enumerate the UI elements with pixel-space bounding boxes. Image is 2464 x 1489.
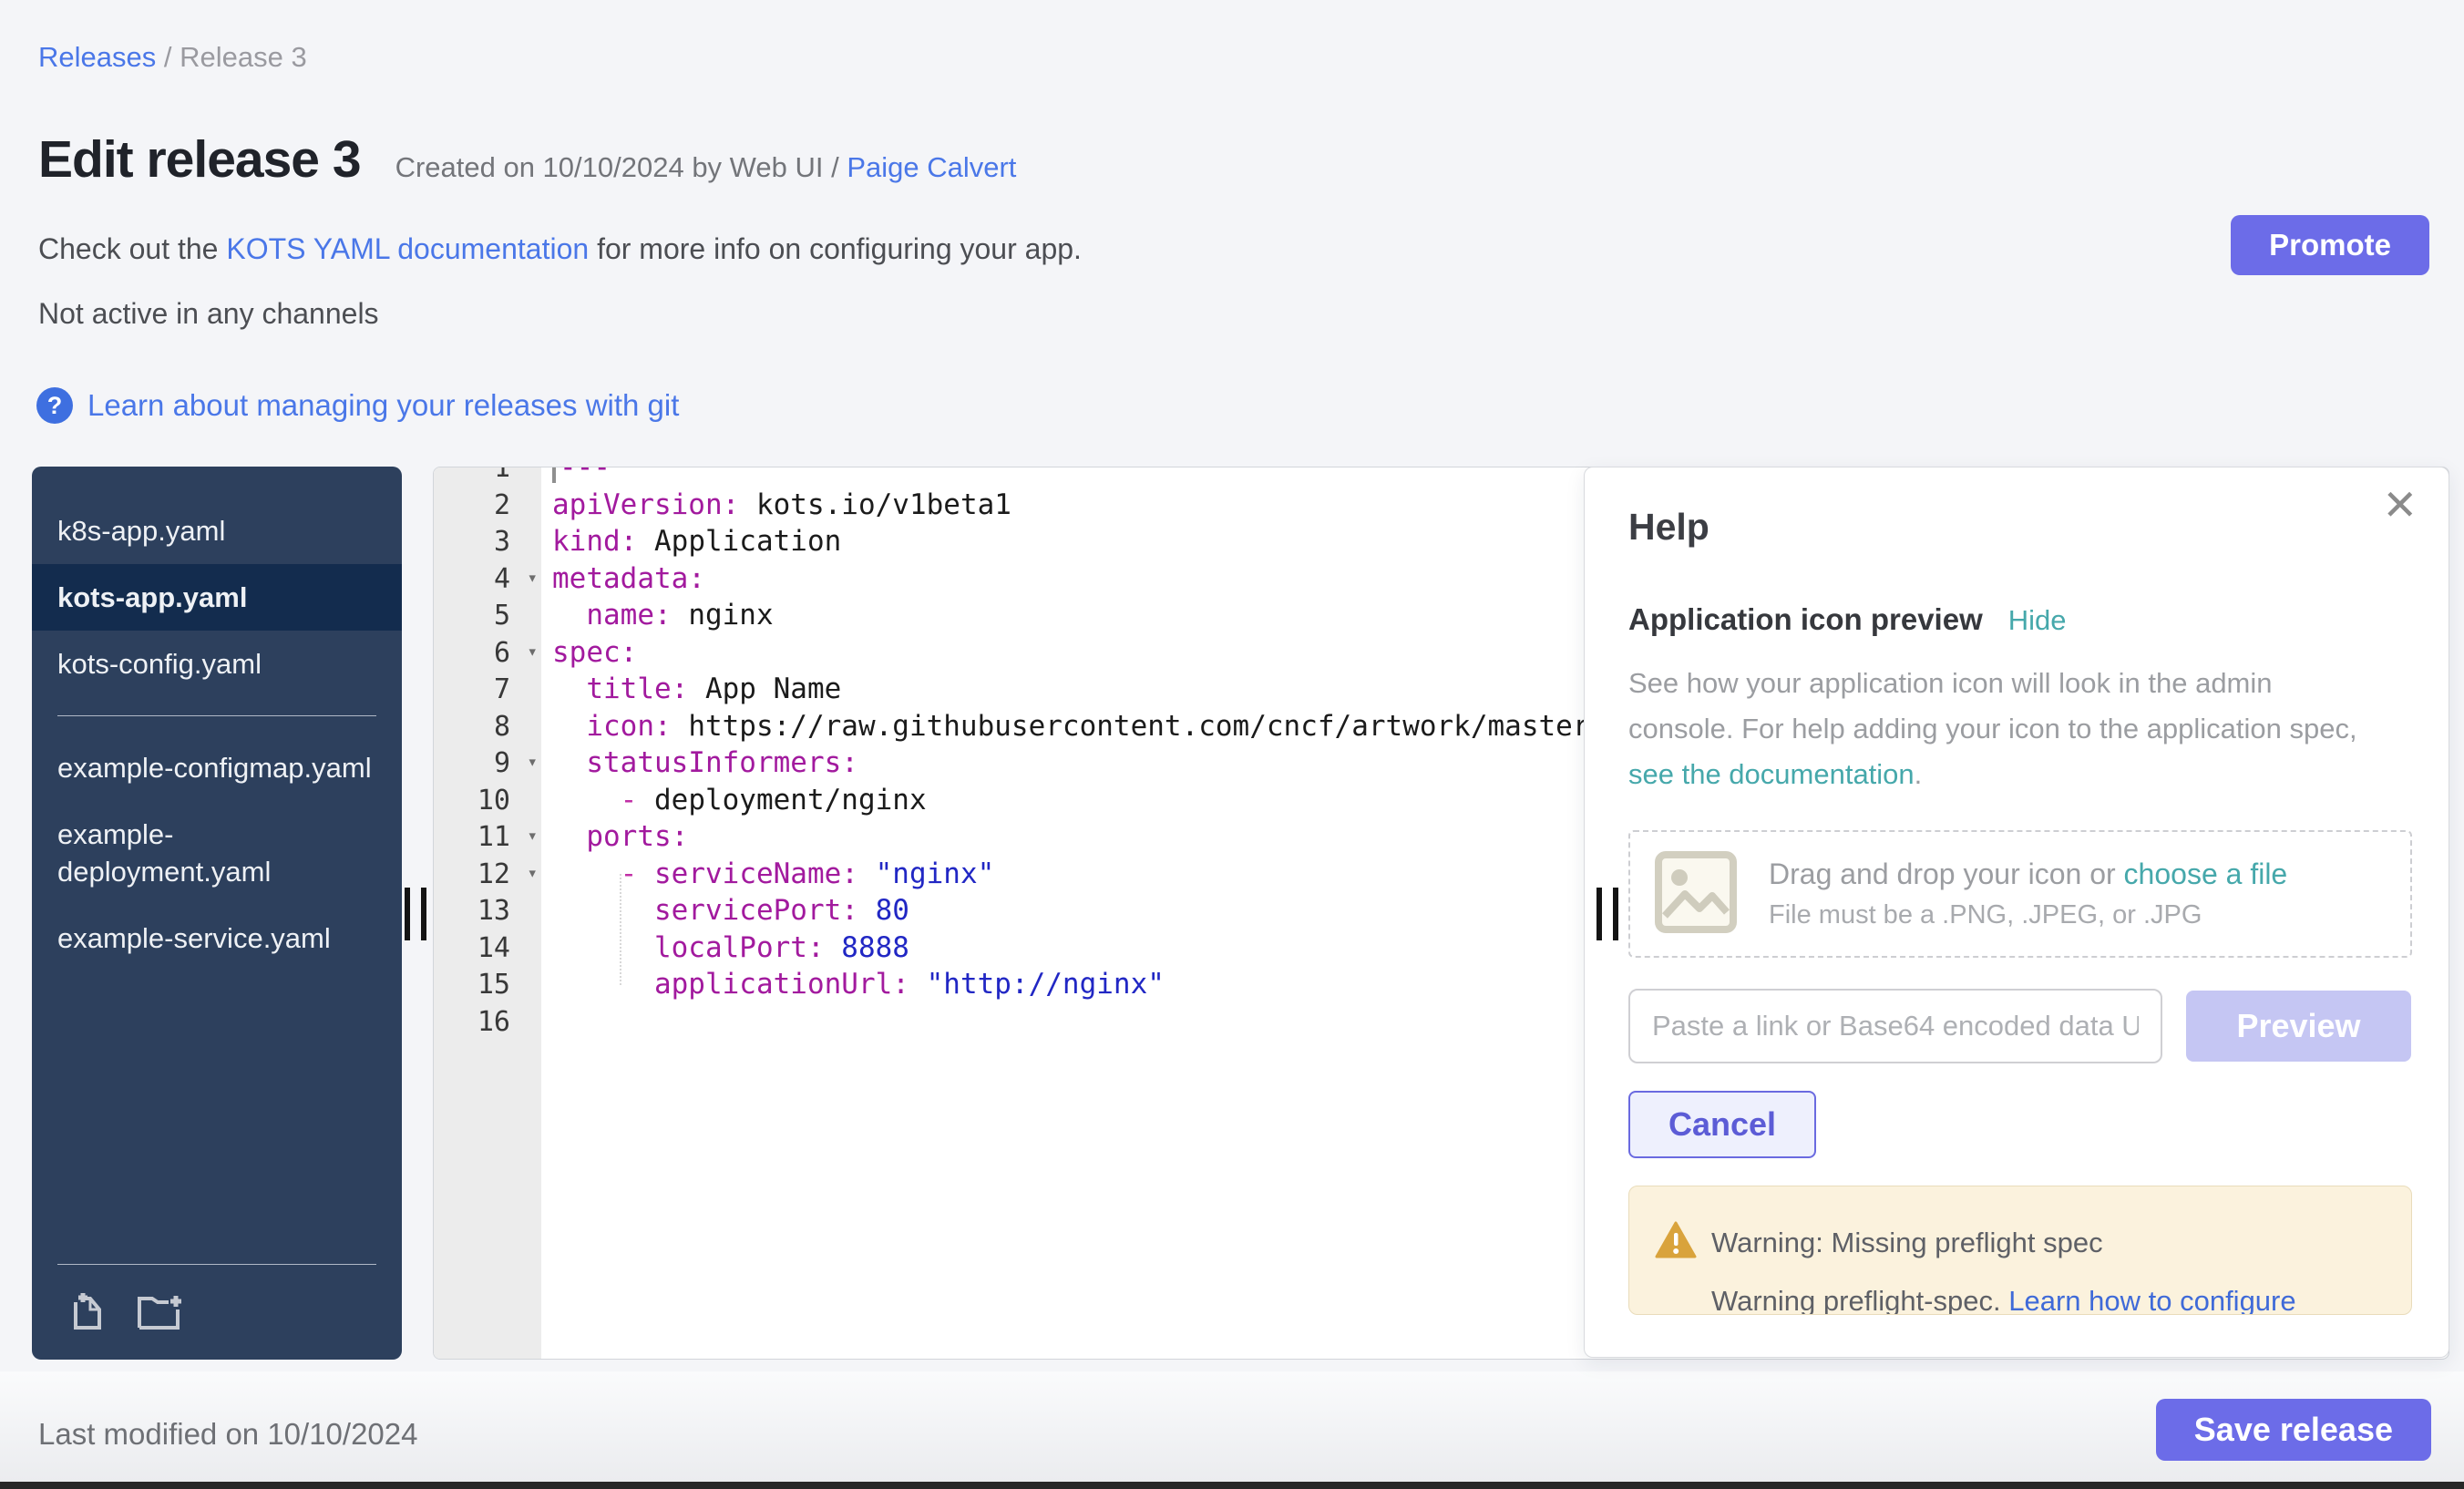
created-meta: Created on 10/10/2024 by Web UI / Paige … bbox=[395, 151, 1017, 184]
image-placeholder-icon bbox=[1654, 850, 1738, 939]
page-title: Edit release 3 bbox=[38, 129, 361, 190]
warning-icon bbox=[1655, 1221, 1697, 1264]
resize-bar bbox=[1596, 888, 1602, 940]
new-folder-icon[interactable] bbox=[136, 1289, 187, 1336]
hide-link[interactable]: Hide bbox=[2008, 604, 2067, 637]
breadcrumb-current: Release 3 bbox=[180, 41, 307, 73]
warning-detail: Warning preflight-spec. Learn how to con… bbox=[1711, 1285, 2296, 1315]
kots-yaml-docs-link[interactable]: KOTS YAML documentation bbox=[226, 232, 589, 265]
gutter-row: 9▾ bbox=[434, 744, 541, 782]
cancel-button[interactable]: Cancel bbox=[1628, 1091, 1816, 1158]
help-panel: ✕ Help Application icon preview Hide See… bbox=[1584, 467, 2449, 1358]
created-author-link[interactable]: Paige Calvert bbox=[847, 151, 1016, 183]
gutter-row: 13 bbox=[434, 892, 541, 929]
sidebar-actions bbox=[68, 1289, 187, 1336]
icon-preview-title: Application icon preview bbox=[1628, 602, 1983, 637]
gutter-row: 12▾ bbox=[434, 856, 541, 893]
file-tree-divider bbox=[57, 715, 376, 716]
file-item[interactable]: example-service.yaml bbox=[32, 905, 402, 971]
editor-gutter: 1234▾56▾789▾1011▾12▾13141516 bbox=[434, 467, 541, 1040]
icon-link-row: Preview bbox=[1628, 989, 2411, 1063]
help-panel-resize-handle[interactable] bbox=[1596, 888, 1631, 940]
dropzone-line1: Drag and drop your icon or choose a file bbox=[1769, 857, 2287, 891]
file-item[interactable]: example-configmap.yaml bbox=[32, 734, 402, 801]
docs-prefix: Check out the bbox=[38, 232, 218, 265]
gutter-row: 3 bbox=[434, 523, 541, 560]
dropzone-line2: File must be a .PNG, .JPEG, or .JPG bbox=[1769, 900, 2287, 930]
close-icon[interactable]: ✕ bbox=[2382, 484, 2418, 526]
gutter-row: 10 bbox=[434, 782, 541, 819]
help-title: Help bbox=[1628, 506, 1709, 549]
new-file-icon[interactable] bbox=[68, 1289, 110, 1336]
save-release-button[interactable]: Save release bbox=[2156, 1399, 2431, 1461]
bottom-edge-strip bbox=[0, 1482, 2464, 1489]
fold-arrow-icon[interactable]: ▾ bbox=[528, 642, 538, 662]
indent-guide bbox=[620, 874, 621, 985]
sidebar-bottom-divider bbox=[57, 1264, 376, 1265]
warning-title: Warning: Missing preflight spec bbox=[1711, 1227, 2103, 1259]
file-item[interactable]: kots-app.yaml bbox=[32, 564, 402, 631]
workspace: k8s-app.yamlkots-app.yamlkots-config.yam… bbox=[32, 467, 2449, 1360]
gutter-row: 14 bbox=[434, 929, 541, 967]
warning-detail-text: Warning preflight-spec. bbox=[1711, 1285, 2001, 1315]
icon-url-input[interactable] bbox=[1628, 989, 2162, 1063]
docs-row: Check out the KOTS YAML documentation fo… bbox=[38, 232, 1082, 266]
icon-preview-section-header: Application icon preview Hide bbox=[1628, 602, 2067, 637]
icon-preview-description: See how your application icon will look … bbox=[1628, 661, 2385, 797]
edit-release-page: Releases / Release 3 Edit release 3 Crea… bbox=[0, 0, 2464, 1489]
fold-arrow-icon[interactable]: ▾ bbox=[528, 752, 538, 772]
gutter-row: 4▾ bbox=[434, 560, 541, 598]
breadcrumb-separator: / bbox=[164, 41, 180, 73]
text-cursor bbox=[552, 467, 556, 483]
docs-suffix: for more info on configuring your app. bbox=[597, 232, 1082, 265]
dropzone-line1-text: Drag and drop your icon or bbox=[1769, 857, 2116, 890]
gutter-row: 15 bbox=[434, 966, 541, 1003]
icon-dropzone[interactable]: Drag and drop your icon or choose a file… bbox=[1628, 830, 2412, 958]
gutter-row: 6▾ bbox=[434, 634, 541, 672]
learn-how-to-configure-link[interactable]: Learn how to configure bbox=[2008, 1285, 2295, 1315]
file-item[interactable]: k8s-app.yaml bbox=[32, 498, 402, 564]
desc-text: See how your application icon will look … bbox=[1628, 667, 2357, 744]
see-documentation-link[interactable]: see the documentation bbox=[1628, 758, 1915, 790]
breadcrumb-releases-link[interactable]: Releases bbox=[38, 41, 156, 73]
preview-button[interactable]: Preview bbox=[2186, 991, 2411, 1062]
gutter-row: 7 bbox=[434, 671, 541, 708]
git-help-row: ? Learn about managing your releases wit… bbox=[36, 387, 679, 424]
resize-bar bbox=[405, 888, 410, 940]
gutter-row: 8 bbox=[434, 708, 541, 745]
desc-suffix: . bbox=[1915, 758, 1923, 790]
file-item[interactable]: kots-config.yaml bbox=[32, 631, 402, 697]
git-releases-link[interactable]: Learn about managing your releases with … bbox=[87, 388, 679, 423]
gutter-row: 16 bbox=[434, 1003, 541, 1041]
fold-arrow-icon[interactable]: ▾ bbox=[528, 863, 538, 883]
preflight-warning-box: Warning: Missing preflight spec Warning … bbox=[1628, 1186, 2412, 1315]
file-list: k8s-app.yamlkots-app.yamlkots-config.yam… bbox=[32, 498, 402, 971]
created-text: Created on 10/10/2024 by Web UI / bbox=[395, 151, 839, 183]
title-row: Edit release 3 Created on 10/10/2024 by … bbox=[38, 129, 1016, 190]
file-item[interactable]: example-deployment.yaml bbox=[32, 801, 402, 905]
promote-button[interactable]: Promote bbox=[2231, 215, 2429, 275]
dropzone-text: Drag and drop your icon or choose a file… bbox=[1769, 857, 2287, 930]
resize-bar bbox=[421, 888, 426, 940]
gutter-row: 11▾ bbox=[434, 818, 541, 856]
file-tree-sidebar: k8s-app.yamlkots-app.yamlkots-config.yam… bbox=[32, 467, 402, 1360]
breadcrumb: Releases / Release 3 bbox=[38, 41, 307, 74]
last-modified-text: Last modified on 10/10/2024 bbox=[38, 1417, 417, 1452]
choose-a-file-link[interactable]: choose a file bbox=[2124, 857, 2288, 890]
question-circle-icon[interactable]: ? bbox=[36, 387, 73, 424]
gutter-row: 2 bbox=[434, 487, 541, 524]
footer-bar: Last modified on 10/10/2024 Save release bbox=[0, 1371, 2464, 1482]
fold-arrow-icon[interactable]: ▾ bbox=[528, 826, 538, 846]
channel-status: Not active in any channels bbox=[38, 297, 379, 331]
sidebar-resize-handle[interactable] bbox=[405, 888, 439, 940]
gutter-row: 5 bbox=[434, 597, 541, 634]
fold-arrow-icon[interactable]: ▾ bbox=[528, 568, 538, 588]
gutter-row: 1 bbox=[434, 467, 541, 487]
resize-bar bbox=[1613, 888, 1618, 940]
